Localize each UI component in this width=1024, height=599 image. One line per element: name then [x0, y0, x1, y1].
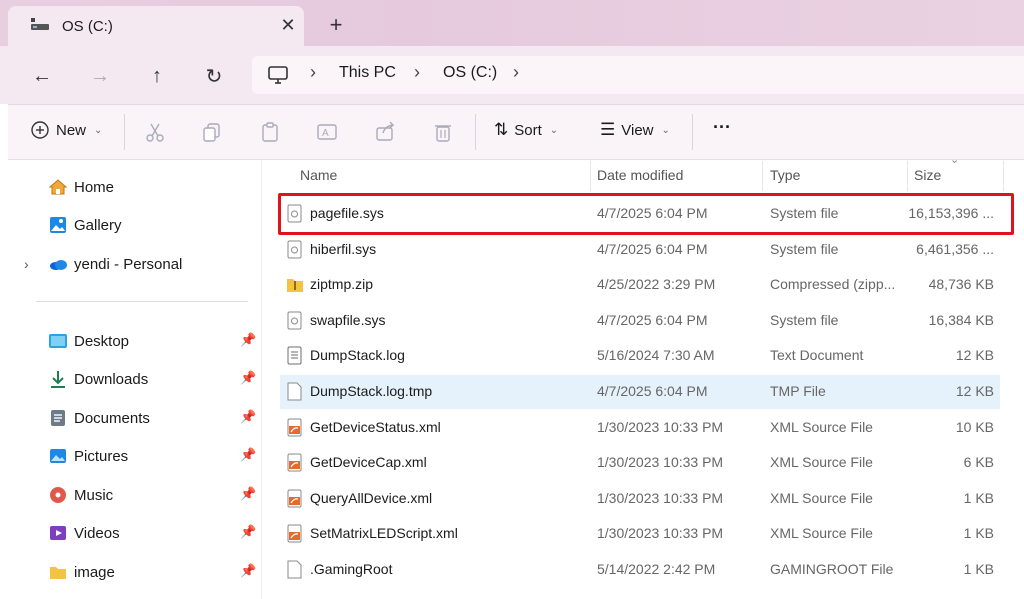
close-tab-icon[interactable]: ✕: [276, 14, 300, 38]
delete-icon[interactable]: [432, 121, 454, 143]
file-size: 1 KB: [963, 525, 994, 541]
divider: [475, 114, 476, 150]
sort-button[interactable]: ⇅ Sort ⌄: [494, 120, 558, 140]
breadcrumb-separator-icon[interactable]: ›: [310, 62, 316, 83]
svg-text:A: A: [322, 128, 329, 139]
file-size: 12 KB: [955, 347, 994, 363]
expand-chevron-icon[interactable]: ›: [24, 256, 29, 272]
breadcrumb-separator-icon[interactable]: ›: [513, 62, 519, 83]
up-button[interactable]: ↑: [143, 62, 171, 90]
new-button-label: New: [56, 121, 87, 139]
drive-icon: [31, 18, 49, 30]
copy-icon[interactable]: [201, 121, 223, 143]
file-size: 6,461,356 ...: [916, 241, 994, 257]
home-icon: [48, 179, 68, 195]
file-size: 1 KB: [963, 561, 994, 577]
annotation-highlight-box: [278, 193, 1014, 235]
new-tab-button[interactable]: +: [322, 12, 350, 40]
forward-arrow-icon: →: [90, 64, 110, 87]
up-arrow-icon: ↑: [152, 64, 162, 87]
column-divider[interactable]: [1003, 161, 1004, 191]
more-icon: ···: [713, 117, 731, 137]
view-button[interactable]: ☰ View ⌄: [600, 120, 670, 140]
file-size: 16,384 KB: [928, 312, 994, 328]
view-button-label: View: [621, 121, 654, 139]
column-divider[interactable]: [590, 161, 591, 191]
sort-icon: ⇅: [494, 120, 509, 139]
sort-indicator-icon: ⌄: [950, 154, 960, 166]
monitor-icon[interactable]: [267, 65, 289, 85]
view-list-icon: ☰: [600, 120, 616, 139]
divider: [692, 114, 693, 150]
file-size: 1 KB: [963, 490, 994, 506]
file-size: 12 KB: [955, 383, 994, 399]
column-divider[interactable]: [762, 161, 763, 191]
divider: [36, 301, 248, 302]
column-divider[interactable]: [907, 161, 908, 191]
column-header-type[interactable]: Type: [770, 167, 800, 183]
rename-icon[interactable]: A: [316, 121, 338, 143]
pin-icon: 📌: [240, 332, 257, 347]
new-button[interactable]: New ⌄: [30, 120, 102, 140]
column-header-size[interactable]: Size: [914, 167, 941, 183]
divider: [124, 114, 125, 150]
column-header-date[interactable]: Date modified: [597, 167, 683, 183]
paste-icon[interactable]: [259, 121, 281, 143]
chevron-down-icon: ⌄: [661, 124, 670, 136]
refresh-button[interactable]: ↻: [200, 62, 228, 90]
sidebar-item-label: yendi - Personal: [74, 255, 183, 273]
refresh-icon: ↻: [205, 65, 223, 88]
back-arrow-icon: ←: [32, 64, 52, 87]
column-header-name[interactable]: Name: [300, 167, 337, 183]
breadcrumb-separator-icon[interactable]: ›: [414, 62, 420, 83]
share-icon[interactable]: [374, 121, 396, 143]
chevron-down-icon: ⌄: [94, 124, 103, 136]
tab-title: OS (C:): [62, 18, 113, 35]
onedrive-icon: [50, 260, 67, 270]
cut-icon[interactable]: [144, 121, 166, 143]
back-button[interactable]: ←: [28, 62, 56, 90]
chevron-down-icon: ⌄: [549, 124, 559, 136]
file-size: 6 KB: [963, 454, 994, 470]
sort-button-label: Sort: [514, 121, 542, 139]
forward-button[interactable]: →: [86, 62, 114, 90]
plus-circle-icon: [31, 121, 49, 139]
sidebar-item-home[interactable]: Home: [48, 175, 114, 199]
breadcrumb-this-pc[interactable]: This PC: [339, 64, 396, 82]
more-options-button[interactable]: ···: [713, 117, 731, 138]
breadcrumb-os-c[interactable]: OS (C:): [443, 64, 497, 82]
sidebar-item-label: Home: [74, 178, 115, 196]
file-size: 48,736 KB: [928, 276, 994, 292]
file-size: 10 KB: [955, 419, 994, 435]
